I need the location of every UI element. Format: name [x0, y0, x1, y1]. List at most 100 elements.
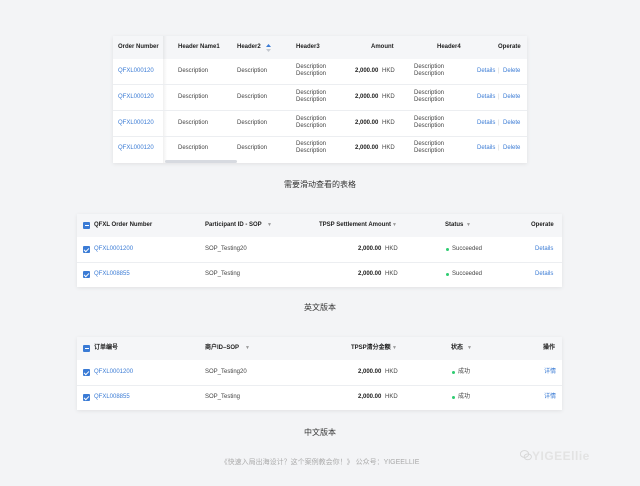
- col-header-status[interactable]: Status: [445, 222, 463, 229]
- cell-text: Description: [237, 94, 268, 100]
- link-divider: |: [498, 145, 500, 151]
- link-divider: |: [498, 94, 500, 100]
- participant-id: SOP_Testing: [205, 271, 241, 277]
- cell-text: Description: [237, 68, 268, 74]
- cell-text: Description: [178, 120, 209, 126]
- select-all-checkbox[interactable]: [83, 345, 90, 352]
- order-number-link[interactable]: QFXL000120: [118, 94, 154, 101]
- currency-label: HKD: [382, 68, 395, 74]
- order-number-link[interactable]: QFXL008855: [94, 394, 130, 401]
- cell-text: Description: [296, 64, 327, 70]
- status-text: Succeeded: [452, 246, 483, 252]
- details-link[interactable]: Details: [535, 271, 553, 278]
- col-header-header4[interactable]: Header4: [437, 44, 461, 51]
- details-link[interactable]: Details: [535, 246, 553, 253]
- details-link[interactable]: Details: [477, 68, 495, 75]
- status-dot: [452, 396, 455, 399]
- col-header-operate: 操作: [543, 345, 556, 351]
- cell-text: Description: [414, 123, 445, 129]
- table1-caption: 需要滑动查看的表格: [284, 180, 356, 189]
- order-number-link[interactable]: QFXL000120: [118, 68, 154, 75]
- delete-link[interactable]: Delete: [503, 68, 520, 75]
- currency-label: HKD: [385, 246, 398, 252]
- table-row: QFXL0001200 SOP_Testing20 2,000.00 HKD 成…: [77, 360, 562, 385]
- delete-link[interactable]: Delete: [503, 94, 520, 101]
- filter-icon[interactable]: ▼: [467, 345, 472, 352]
- sort-icon[interactable]: [266, 44, 271, 52]
- amount-value: 2,000.00: [355, 68, 379, 74]
- english-table: QFXL Order Number Participant ID - SOP ▼…: [77, 214, 562, 287]
- status-text: 成功: [458, 369, 471, 375]
- link-divider: |: [498, 120, 500, 126]
- cell-text: Description: [414, 71, 445, 77]
- participant-id: SOP_Testing: [205, 394, 241, 400]
- col-header-amount[interactable]: Amount: [371, 44, 394, 51]
- participant-id: SOP_Testing20: [205, 246, 247, 252]
- cell-text: Description: [296, 97, 327, 103]
- col-header-amount[interactable]: TPSP Settlement Amount: [319, 222, 391, 229]
- filter-icon[interactable]: ▼: [466, 222, 471, 229]
- scrollable-table: Order Number Header Name1 Header2 Header…: [113, 36, 527, 163]
- col-header-name1[interactable]: Header Name1: [178, 44, 220, 51]
- delete-link[interactable]: Delete: [503, 145, 520, 152]
- cell-text: Description: [414, 64, 445, 70]
- filter-icon[interactable]: ▼: [392, 345, 397, 352]
- cell-text: Description: [414, 116, 445, 122]
- col-header-status[interactable]: 状态: [451, 345, 463, 352]
- details-link[interactable]: 详情: [544, 394, 556, 401]
- filter-icon[interactable]: ▼: [267, 222, 272, 229]
- currency-label: HKD: [385, 369, 398, 375]
- table-row: QFXL008855 SOP_Testing 2,000.00 HKD 成功 详…: [77, 386, 562, 410]
- col-header-header2[interactable]: Header2: [237, 44, 261, 51]
- amount-value: 2,000.00: [358, 394, 382, 400]
- row-checkbox[interactable]: [83, 271, 90, 278]
- table-header-row: Order Number Header Name1 Header2 Header…: [113, 36, 527, 59]
- table2-caption: 英文版本: [304, 303, 336, 312]
- order-number-link[interactable]: QFXL000120: [118, 145, 154, 152]
- row-checkbox[interactable]: [83, 394, 90, 401]
- col-header-header3[interactable]: Header3: [296, 44, 320, 51]
- select-all-checkbox[interactable]: [83, 222, 90, 229]
- status-dot: [452, 371, 455, 374]
- filter-icon[interactable]: ▼: [245, 345, 250, 352]
- cell-text: Description: [237, 120, 268, 126]
- cell-text: Description: [296, 148, 327, 154]
- cell-text: Description: [414, 97, 445, 103]
- order-number-link[interactable]: QFXL008855: [94, 271, 130, 278]
- details-link[interactable]: Details: [477, 94, 495, 101]
- col-header-order-number[interactable]: Order Number: [118, 44, 159, 51]
- details-link[interactable]: Details: [477, 145, 495, 152]
- cell-text: Description: [414, 141, 445, 147]
- col-header-amount[interactable]: TPSP清分金额: [351, 345, 391, 352]
- col-header-participant[interactable]: Participant ID - SOP: [205, 222, 262, 229]
- currency-label: HKD: [382, 94, 395, 100]
- col-header-participant[interactable]: 商户ID–SOP: [205, 345, 239, 352]
- status-dot: [446, 273, 449, 276]
- row-checkbox[interactable]: [83, 369, 90, 376]
- col-header-order-number[interactable]: QFXL Order Number: [94, 222, 152, 229]
- cell-text: Description: [178, 145, 209, 151]
- participant-id: SOP_Testing20: [205, 369, 247, 375]
- order-number-link[interactable]: QFXL0001200: [94, 246, 133, 253]
- cell-text: Description: [178, 94, 209, 100]
- col-header-order-number[interactable]: 订单编号: [94, 345, 118, 352]
- order-number-link[interactable]: QFXL000120: [118, 120, 154, 127]
- row-checkbox[interactable]: [83, 246, 90, 253]
- cell-text: Description: [296, 141, 327, 147]
- horizontal-scrollbar[interactable]: [165, 160, 237, 163]
- table-row: QFXL000120 Description Description Descr…: [113, 59, 527, 84]
- details-link[interactable]: 详情: [544, 369, 556, 376]
- col-header-operate: Operate: [498, 44, 521, 50]
- table-row: QFXL000120 Description Description Descr…: [113, 111, 527, 136]
- currency-label: HKD: [385, 271, 398, 277]
- status-text: Succeeded: [452, 271, 483, 277]
- status-text: 成功: [458, 394, 471, 400]
- details-link[interactable]: Details: [477, 120, 495, 127]
- table-header-row: 订单编号 商户ID–SOP ▼ TPSP清分金额 ▼ 状态 ▼ 操作: [77, 337, 562, 360]
- filter-icon[interactable]: ▼: [392, 222, 397, 229]
- currency-label: HKD: [385, 394, 398, 400]
- delete-link[interactable]: Delete: [503, 120, 520, 127]
- cell-text: Description: [296, 90, 327, 96]
- table-row: QFXL000120 Description Description Descr…: [113, 137, 527, 160]
- order-number-link[interactable]: QFXL0001200: [94, 369, 133, 376]
